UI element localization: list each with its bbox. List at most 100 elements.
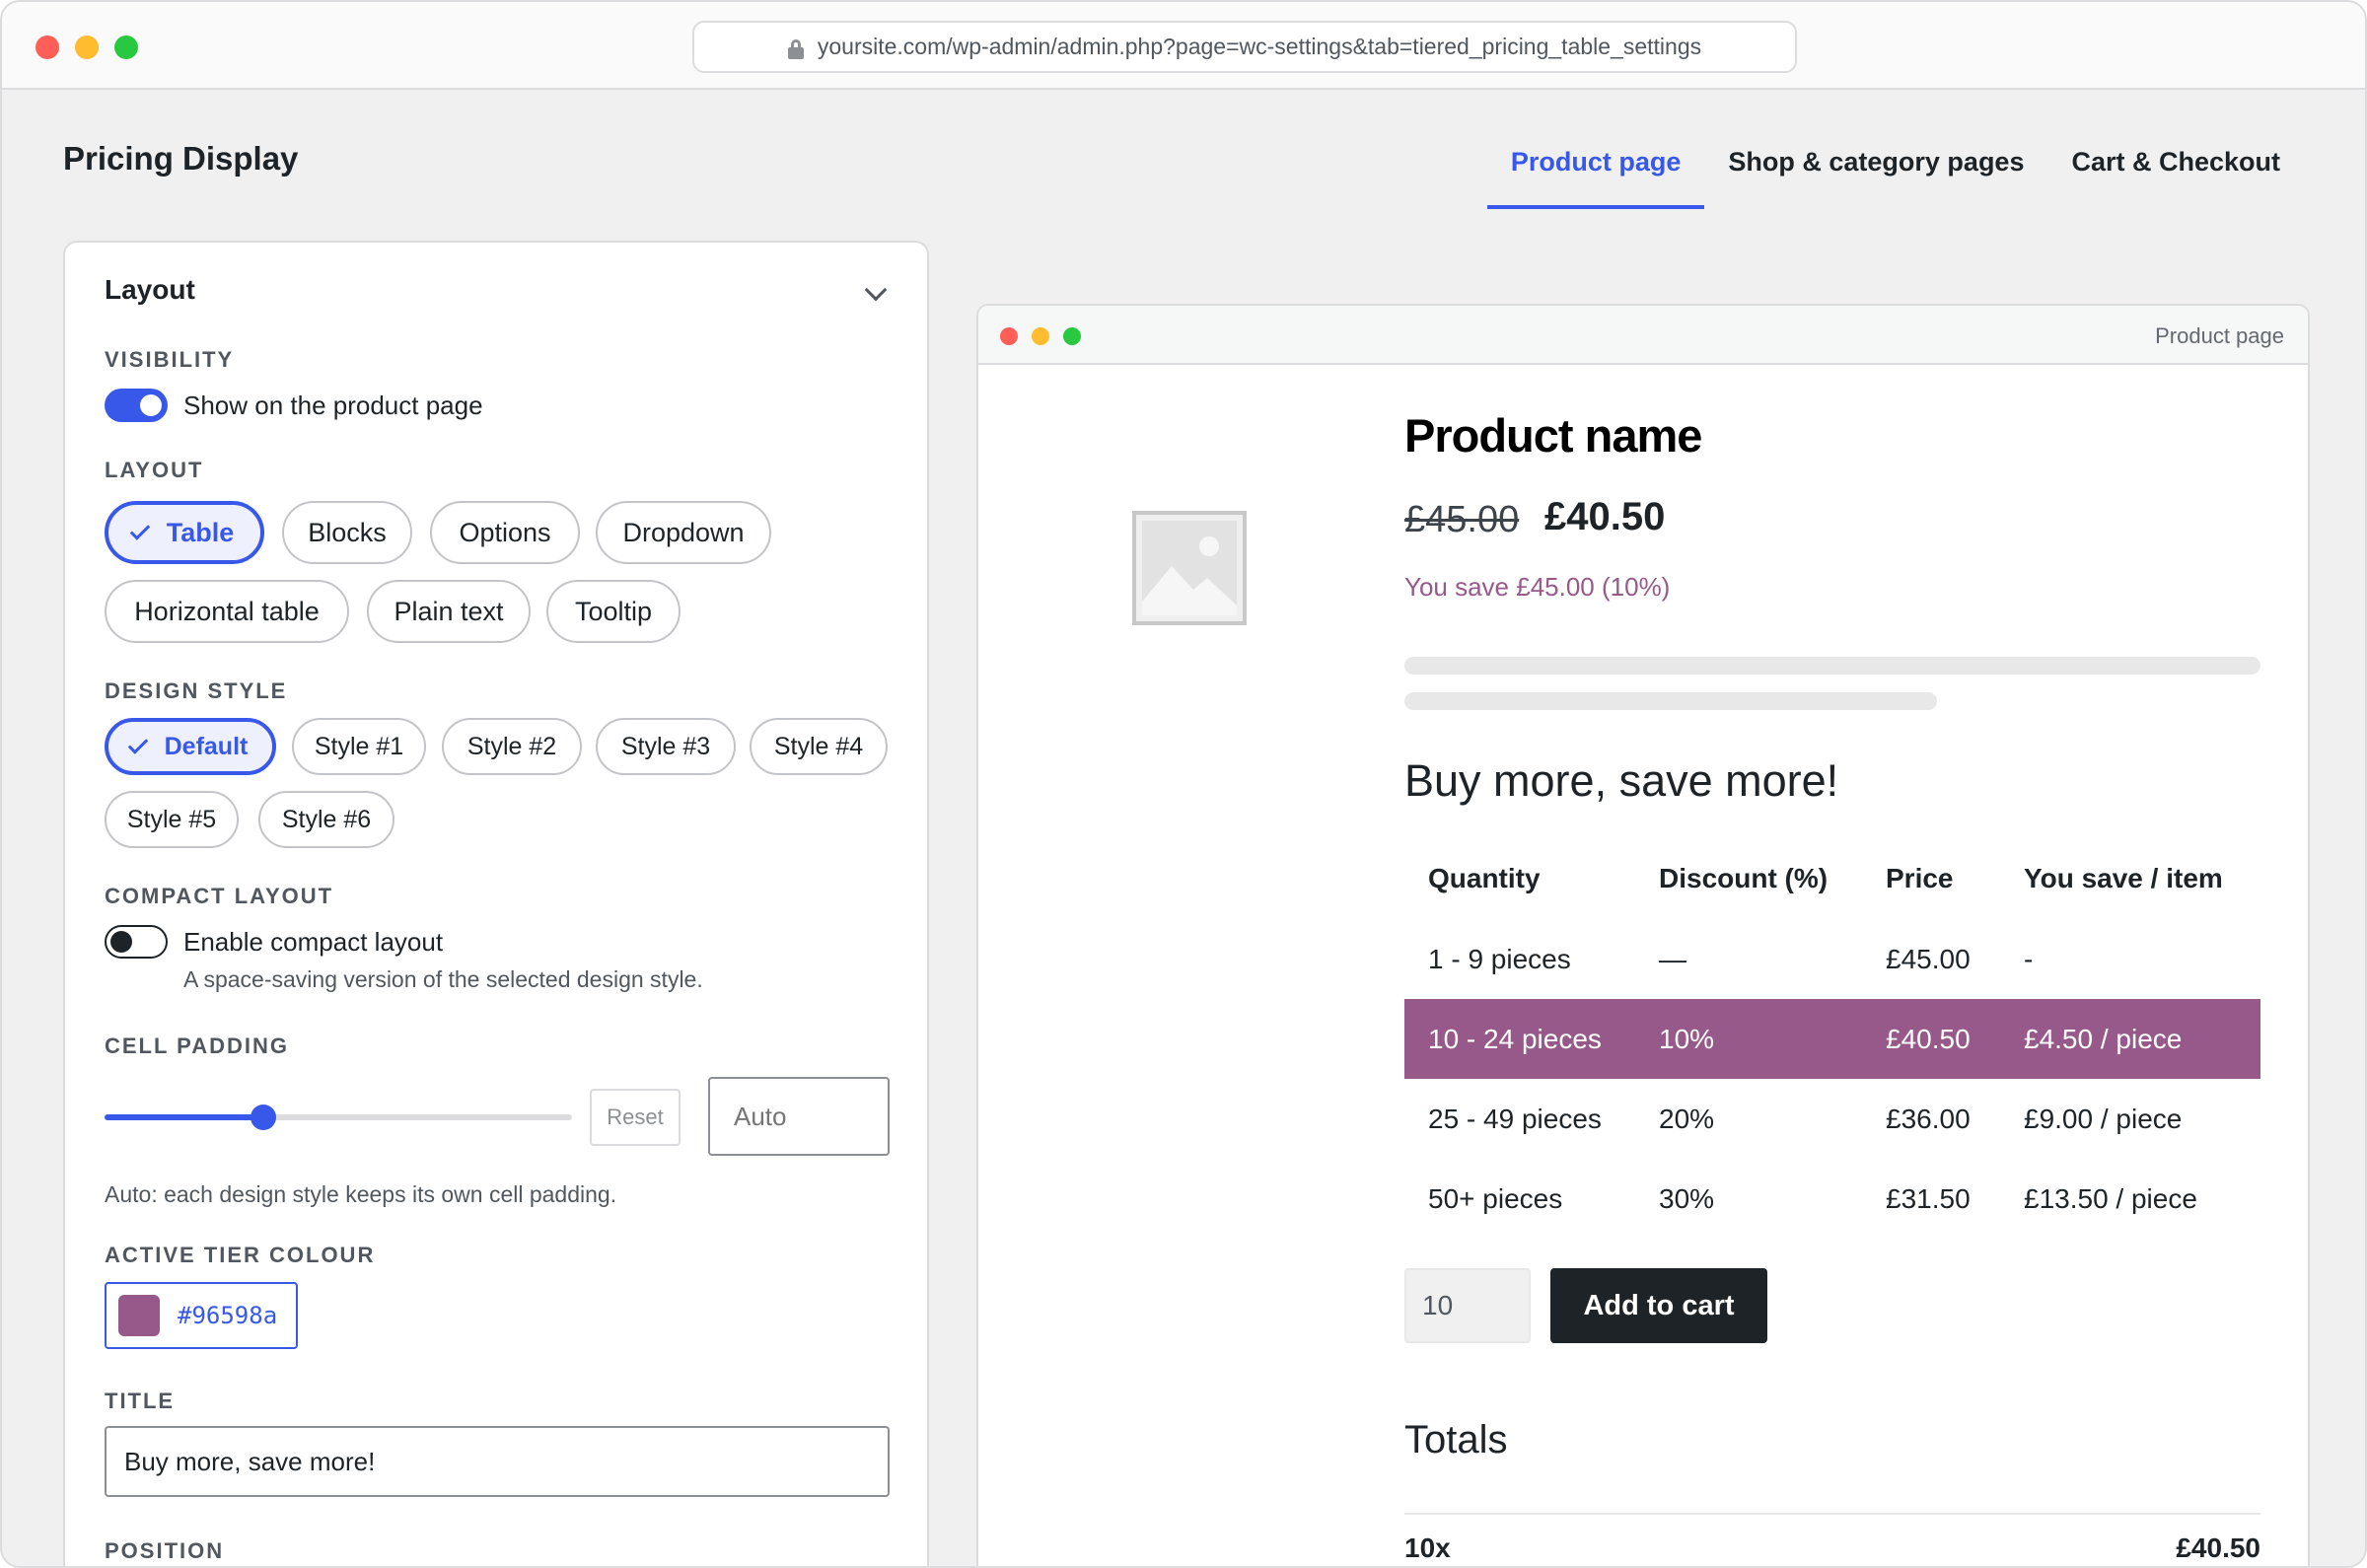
table-cell: — <box>1659 943 1686 974</box>
table-row[interactable]: 1 - 9 pieces — £45.00 - <box>1404 919 2260 999</box>
design-style-3[interactable]: Style #3 <box>596 718 736 775</box>
table-row[interactable]: 25 - 49 pieces 20% £36.00 £9.00 / piece <box>1404 1079 2260 1159</box>
compact-layout-toggle-label: Enable compact layout <box>183 927 444 957</box>
address-bar[interactable]: yoursite.com/wp-admin/admin.php?page=wc-… <box>692 21 1797 73</box>
compact-layout-help: A space-saving version of the selected d… <box>183 966 703 992</box>
checkmark-icon <box>129 519 150 540</box>
tab-cart-checkout[interactable]: Cart & Checkout <box>2047 132 2304 209</box>
table-cell: £9.00 / piece <box>2024 1103 2183 1134</box>
tier-pricing-table: Quantity Discount (%) Price You save / i… <box>1404 838 2260 1239</box>
compact-layout-label: COMPACT LAYOUT <box>105 884 334 908</box>
tab-product-page[interactable]: Product page <box>1486 132 1705 209</box>
table-header-row: Quantity Discount (%) Price You save / i… <box>1404 838 2260 919</box>
design-style-2[interactable]: Style #2 <box>442 718 582 775</box>
design-style-1[interactable]: Style #1 <box>292 718 426 775</box>
design-style-default[interactable]: Default <box>105 718 276 775</box>
skeleton-line <box>1404 657 2260 675</box>
table-cell: £36.00 <box>1886 1103 1971 1134</box>
panel-title: Layout <box>105 274 195 305</box>
preview-yellow-dot <box>1032 327 1049 345</box>
table-cell: £13.50 / piece <box>2024 1182 2197 1214</box>
title-label: TITLE <box>105 1389 176 1413</box>
layout-label: LAYOUT <box>105 458 204 482</box>
reset-button[interactable]: Reset <box>590 1089 681 1146</box>
layout-option-blocks[interactable]: Blocks <box>282 501 412 564</box>
product-page-preview: Product page Product name £45.00 £40.50 … <box>976 304 2310 1566</box>
table-cell: 10% <box>1635 999 1862 1079</box>
visibility-toggle-label: Show on the product page <box>183 391 483 420</box>
layout-option-tooltip[interactable]: Tooltip <box>546 580 681 643</box>
cell-padding-help: Auto: each design style keeps its own ce… <box>105 1181 617 1207</box>
title-input[interactable] <box>105 1426 890 1497</box>
sale-price: £40.50 <box>1544 495 1666 538</box>
table-cell: 20% <box>1659 1103 1715 1134</box>
table-cell: 10 - 24 pieces <box>1404 999 1635 1079</box>
divider <box>1404 1513 2260 1515</box>
design-style-6[interactable]: Style #6 <box>258 791 394 848</box>
design-style-label: DESIGN STYLE <box>105 678 288 703</box>
column-header: You save / item <box>2024 863 2223 893</box>
table-cell: £4.50 / piece <box>2000 999 2260 1079</box>
table-cell: 50+ pieces <box>1428 1182 1563 1214</box>
totals-heading: Totals <box>1404 1418 1508 1461</box>
preview-window-title: Product page <box>2155 323 2284 348</box>
position-label: POSITION <box>105 1538 225 1563</box>
table-cell: - <box>2024 943 2034 974</box>
totals-quantity: 10x <box>1404 1532 1451 1563</box>
layout-option-plain-text[interactable]: Plain text <box>367 580 531 643</box>
lock-icon <box>787 38 804 59</box>
browser-window: yoursite.com/wp-admin/admin.php?page=wc-… <box>0 0 2367 1568</box>
tab-shop-category-pages[interactable]: Shop & category pages <box>1704 132 2047 209</box>
column-header: Discount (%) <box>1659 863 1829 893</box>
cell-padding-label: CELL PADDING <box>105 1033 289 1058</box>
colour-picker-button[interactable]: #96598a <box>105 1282 298 1349</box>
design-style-5[interactable]: Style #5 <box>105 791 239 848</box>
regular-price: £45.00 <box>1404 499 1520 540</box>
table-cell: £40.50 <box>1862 999 2000 1079</box>
image-placeholder-icon <box>1132 511 1247 625</box>
cell-padding-slider[interactable] <box>105 1105 572 1130</box>
totals-amount: £40.50 <box>2176 1532 2260 1563</box>
visibility-toggle[interactable] <box>105 389 168 422</box>
url-text: yoursite.com/wp-admin/admin.php?page=wc-… <box>817 34 1702 59</box>
preview-red-dot <box>1000 327 1018 345</box>
you-save-text: You save £45.00 (10%) <box>1404 572 1671 602</box>
page-title: Pricing Display <box>63 140 299 177</box>
colour-value: #96598a <box>178 1302 278 1329</box>
preview-green-dot <box>1063 327 1081 345</box>
checkmark-icon <box>127 733 148 754</box>
table-cell: £45.00 <box>1886 943 1971 974</box>
table-cell: 1 - 9 pieces <box>1428 943 1571 974</box>
cell-padding-input[interactable] <box>708 1077 890 1156</box>
chevron-down-icon[interactable] <box>864 278 888 302</box>
compact-layout-toggle[interactable] <box>105 925 168 959</box>
table-row[interactable]: 50+ pieces 30% £31.50 £13.50 / piece <box>1404 1159 2260 1239</box>
colour-swatch <box>118 1295 160 1336</box>
active-tier-colour-label: ACTIVE TIER COLOUR <box>105 1243 376 1267</box>
product-name: Product name <box>1404 409 1702 462</box>
close-window-button[interactable] <box>36 36 59 59</box>
maximize-window-button[interactable] <box>114 36 138 59</box>
skeleton-line <box>1404 692 1937 710</box>
settings-tabs: Product page Shop & category pages Cart … <box>1486 132 2304 209</box>
add-to-cart-button[interactable]: Add to cart <box>1550 1268 1767 1343</box>
tier-table-title: Buy more, save more! <box>1404 755 1839 806</box>
visibility-label: VISIBILITY <box>105 347 235 372</box>
slider-handle[interactable] <box>251 1105 277 1130</box>
design-style-4[interactable]: Style #4 <box>750 718 888 775</box>
layout-option-horizontal-table[interactable]: Horizontal table <box>105 580 349 643</box>
table-cell: 30% <box>1659 1182 1715 1214</box>
quantity-input[interactable]: 10 <box>1404 1268 1531 1343</box>
browser-chrome: yoursite.com/wp-admin/admin.php?page=wc-… <box>2 2 2365 90</box>
column-header: Quantity <box>1428 863 1541 893</box>
minimize-window-button[interactable] <box>75 36 99 59</box>
layout-option-table[interactable]: Table <box>105 501 264 564</box>
layout-settings-panel: Layout VISIBILITY Show on the product pa… <box>63 241 929 1566</box>
layout-option-options[interactable]: Options <box>430 501 580 564</box>
layout-option-dropdown[interactable]: Dropdown <box>596 501 771 564</box>
table-cell: £31.50 <box>1886 1182 1971 1214</box>
table-cell: 25 - 49 pieces <box>1428 1103 1602 1134</box>
column-header: Price <box>1886 863 1954 893</box>
table-row-active[interactable]: 10 - 24 pieces 10% £40.50 £4.50 / piece <box>1404 999 2260 1079</box>
preview-chrome: Product page <box>978 306 2308 365</box>
